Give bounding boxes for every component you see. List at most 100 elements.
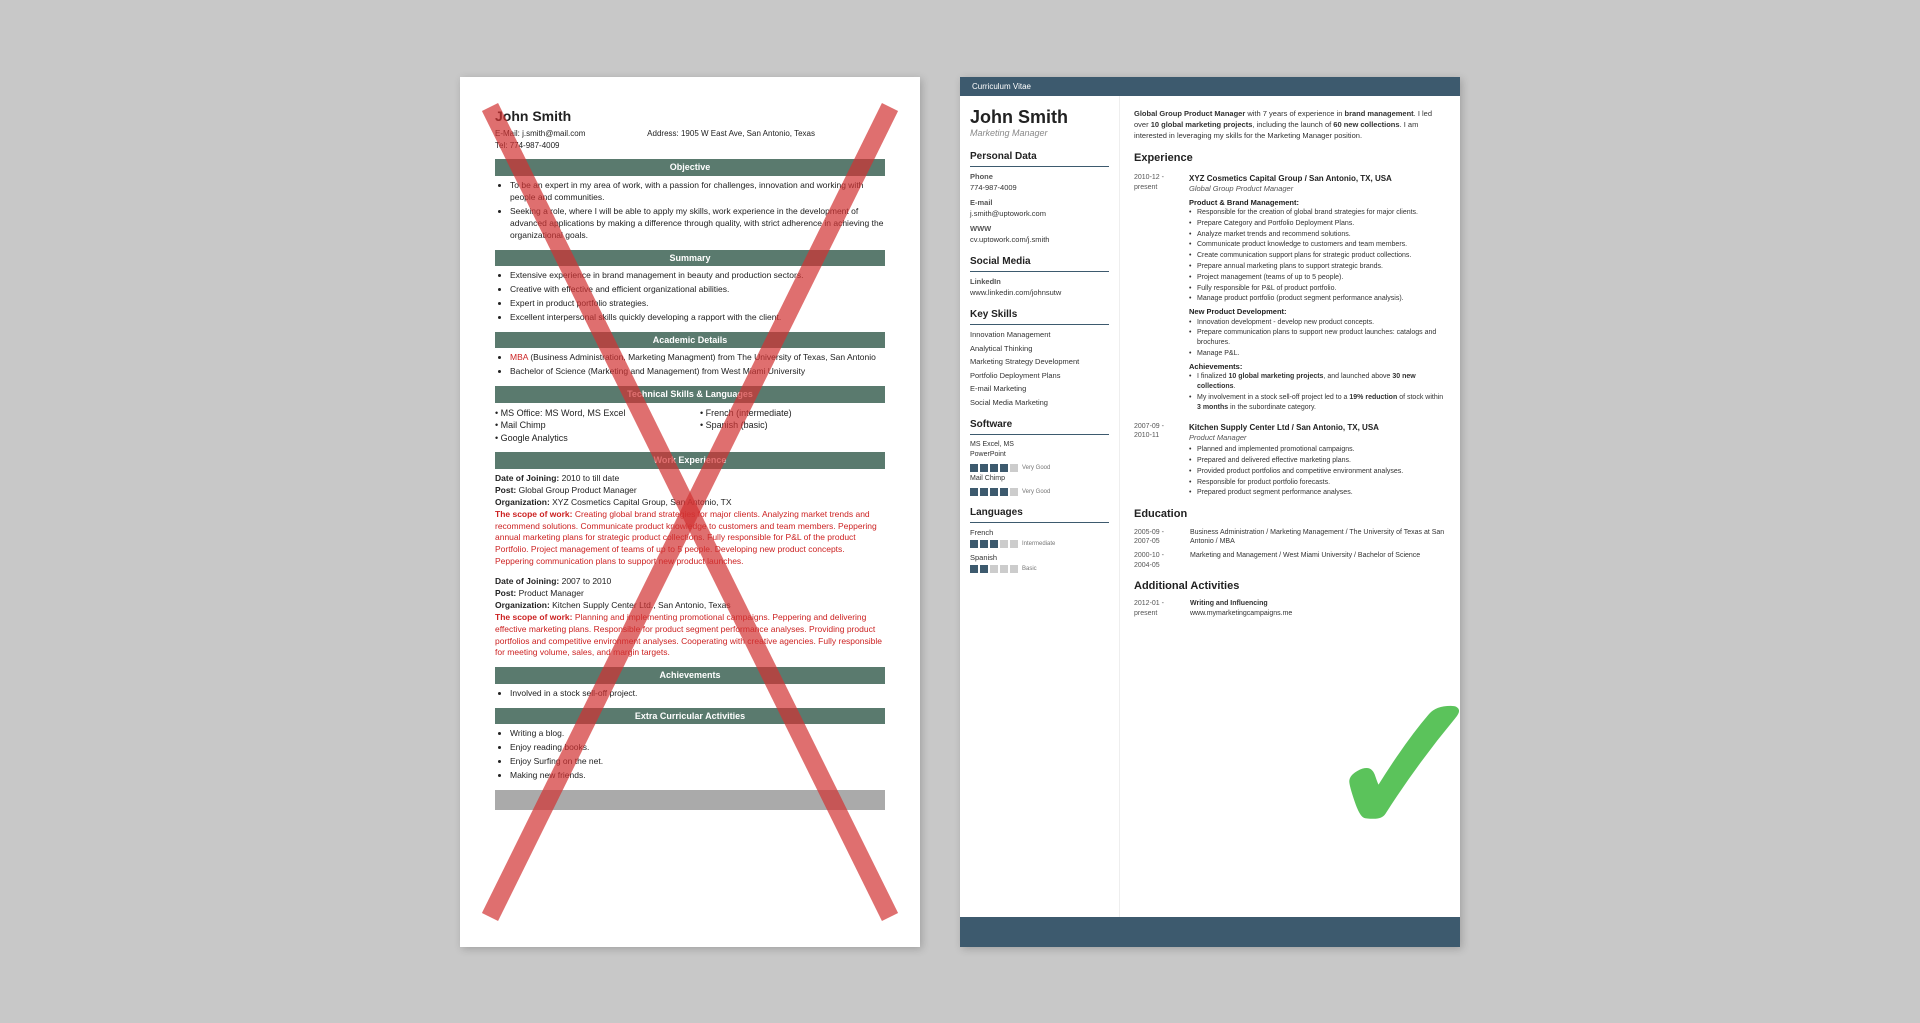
exp-bullet: Innovation development - develop new pro… [1189, 318, 1448, 328]
left-tel: Tel: 774-987-4009 [495, 140, 885, 151]
exp-bullet: Responsible for product portfolio foreca… [1189, 478, 1448, 488]
software-label: Mail Chimp [970, 474, 1040, 484]
software-title: Software [970, 418, 1109, 435]
exp-bullet: Prepared and delivered effective marketi… [1189, 456, 1448, 466]
phone-value: 774-987-4009 [970, 183, 1109, 194]
exp-bullet: Manage product portfolio (product segmen… [1189, 294, 1448, 304]
left-email: E-Mail: j.smith@mail.com Address: 1905 W… [495, 128, 885, 139]
social-media-title: Social Media [970, 255, 1109, 272]
exp-entry-2: 2007-09 - 2010-11 Kitchen Supply Center … [1134, 422, 1448, 500]
list-item: • MS Office: MS Word, MS Excel [495, 407, 680, 420]
www-label: WWW [970, 224, 1109, 235]
skill-item: Portfolio Deployment Plans [970, 371, 1109, 382]
list-item: Involved in a stock sell-off project. [510, 688, 885, 700]
list-item: MBA (Business Administration, Marketing … [510, 352, 885, 364]
left-extra-list: Writing a blog. Enjoy reading books. Enj… [495, 728, 885, 782]
left-resume: John Smith E-Mail: j.smith@mail.com Addr… [460, 77, 920, 947]
exp-bullet: I finalized 10 global marketing projects… [1189, 372, 1448, 392]
list-item: Enjoy Surfing on the net. [510, 756, 885, 768]
list-item: Creative with effective and efficient or… [510, 284, 885, 296]
exp-bullet: Prepare communication plans to support n… [1189, 328, 1448, 348]
exp-bullet: Analyze market trends and recommend solu… [1189, 230, 1448, 240]
exp-bullet: Prepared product segment performance ana… [1189, 488, 1448, 498]
exp-bullet: Prepare Category and Portfolio Deploymen… [1189, 219, 1448, 229]
left-summary-title: Summary [495, 250, 885, 267]
list-item: Writing a blog. [510, 728, 885, 740]
education-title: Education [1134, 507, 1448, 522]
exp-bullet: Project management (teams of up to 5 peo… [1189, 273, 1448, 283]
key-skills-title: Key Skills [970, 308, 1109, 325]
right-footer [960, 917, 1460, 947]
list-item: Extensive experience in brand management… [510, 270, 885, 282]
left-name: John Smith [495, 107, 885, 127]
list-item: To be an expert in my area of work, with… [510, 180, 885, 204]
left-technical-title: Technical Skills & Languages [495, 386, 885, 403]
list-item: Excellent interpersonal skills quickly d… [510, 312, 885, 324]
linkedin-value: www.linkedin.com/johnsutw [970, 288, 1109, 299]
left-header: John Smith E-Mail: j.smith@mail.com Addr… [495, 107, 885, 152]
exp-bullet: Manage P&L. [1189, 349, 1448, 359]
exp-entry-1: 2010-12 - present XYZ Cosmetics Capital … [1134, 173, 1448, 414]
right-summary: Global Group Product Manager with 7 year… [1134, 108, 1448, 142]
exp-bullet: Fully responsible for P&L of product por… [1189, 284, 1448, 294]
skill-item: Analytical Thinking [970, 344, 1109, 355]
edu-entry-2: 2000-10 -2004-05 Marketing and Managemen… [1134, 551, 1448, 571]
right-body: John Smith Marketing Manager Personal Da… [960, 96, 1460, 917]
list-item: Making new friends. [510, 770, 885, 782]
list-item: Bachelor of Science (Marketing and Manag… [510, 366, 885, 378]
email-value: j.smith@uptowork.com [970, 209, 1109, 220]
skill-item: Innovation Management [970, 330, 1109, 341]
phone-label: Phone [970, 172, 1109, 183]
list-item: Enjoy reading books. [510, 742, 885, 754]
right-resume: Curriculum Vitae John Smith Marketing Ma… [960, 77, 1460, 947]
edu-entry-1: 2005-09 -2007-05 Business Administration… [1134, 528, 1448, 548]
exp-bullet: Communicate product knowledge to custome… [1189, 240, 1448, 250]
software-row-1: MS Excel, MS PowerPoint [970, 440, 1109, 460]
experience-title: Experience [1134, 151, 1448, 166]
exp-bullet: Prepare annual marketing plans to suppor… [1189, 262, 1448, 272]
left-academic-title: Academic Details [495, 332, 885, 349]
list-item: Seeking a role, where I will be able to … [510, 206, 885, 242]
left-technical-content: • MS Office: MS Word, MS Excel • Mail Ch… [495, 407, 885, 445]
languages-title: Languages [970, 506, 1109, 523]
linkedin-label: LinkedIn [970, 277, 1109, 288]
list-item: Expert in product portfolio strategies. [510, 298, 885, 310]
left-footer-bar [495, 790, 885, 810]
software-label: MS Excel, MS PowerPoint [970, 440, 1040, 460]
email-label: E-mail [970, 198, 1109, 209]
list-item: • Google Analytics [495, 432, 680, 445]
cv-header: Curriculum Vitae [960, 77, 1460, 96]
list-item: • Spanish (basic) [700, 419, 885, 432]
exp-bullet: Planned and implemented promotional camp… [1189, 445, 1448, 455]
right-name: John Smith [970, 108, 1109, 128]
right-job-title: Marketing Manager [970, 127, 1109, 140]
www-value: cv.uptowork.com/j.smith [970, 235, 1109, 246]
work-entry-2: Date of Joining: 2007 to 2010 Post: Prod… [495, 576, 885, 659]
exp-bullet: Create communication support plans for s… [1189, 251, 1448, 261]
left-work-title: Work Experience [495, 452, 885, 469]
add-act-entry-1: 2012-01 -present Writing and Influencing… [1134, 599, 1448, 619]
left-objective-title: Objective [495, 159, 885, 176]
software-row-2: Mail Chimp [970, 474, 1109, 484]
skill-item: Social Media Marketing [970, 398, 1109, 409]
skill-item: Marketing Strategy Development [970, 357, 1109, 368]
personal-data-title: Personal Data [970, 150, 1109, 167]
right-sidebar: John Smith Marketing Manager Personal Da… [960, 96, 1120, 917]
exp-bullet: My involvement in a stock sell-off proje… [1189, 393, 1448, 413]
list-item: • Mail Chimp [495, 419, 680, 432]
exp-bullet: Responsible for the creation of global b… [1189, 208, 1448, 218]
right-content: Global Group Product Manager with 7 year… [1120, 96, 1460, 917]
additional-activities-title: Additional Activities [1134, 579, 1448, 594]
exp-bullet: Provided product portfolios and competit… [1189, 467, 1448, 477]
work-entry-1: Date of Joining: 2010 to till date Post:… [495, 473, 885, 568]
left-extra-title: Extra Curricular Activities [495, 708, 885, 725]
left-summary-list: Extensive experience in brand management… [495, 270, 885, 324]
lang-row-spanish: Spanish Basic [970, 553, 1109, 573]
left-objective-list: To be an expert in my area of work, with… [495, 180, 885, 241]
left-achievements-title: Achievements [495, 667, 885, 684]
list-item: • French (intermediate) [700, 407, 885, 420]
lang-row-french: French Intermediate [970, 528, 1109, 548]
skill-item: E-mail Marketing [970, 384, 1109, 395]
left-academic-list: MBA (Business Administration, Marketing … [495, 352, 885, 378]
left-achievements-list: Involved in a stock sell-off project. [495, 688, 885, 700]
